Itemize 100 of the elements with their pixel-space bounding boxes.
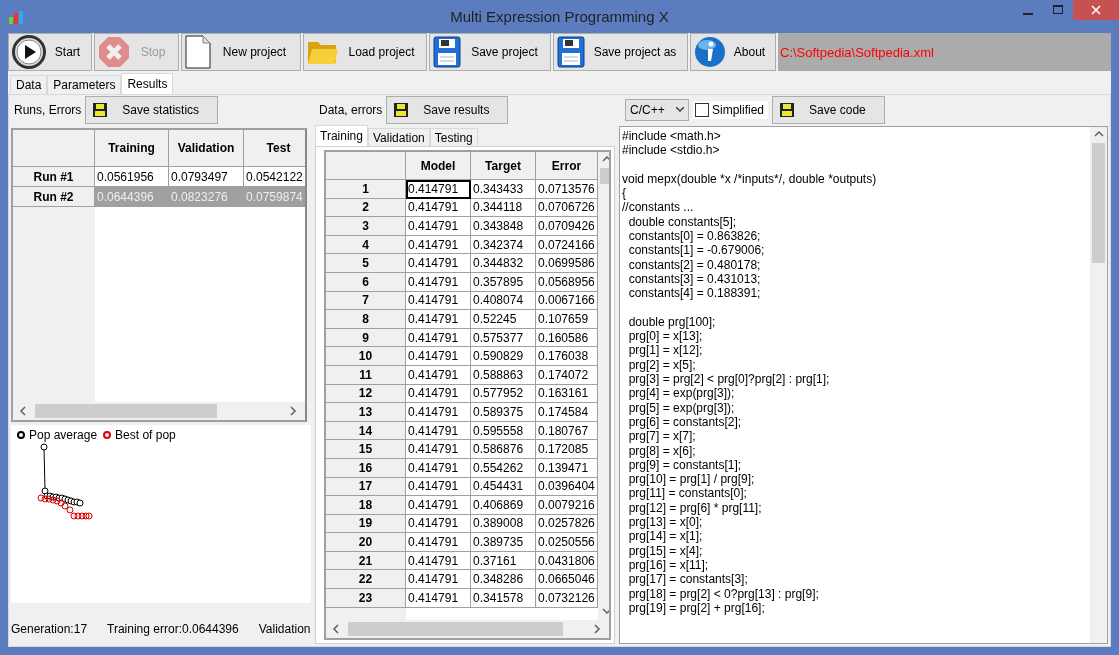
column-header: Target <box>471 152 536 180</box>
code-line: prg[7] = x[7]; <box>627 429 697 444</box>
code-line: prg[17] = constants[3]; <box>627 572 749 587</box>
toolbar-button[interactable]: New project <box>181 33 301 71</box>
code-line: constants[4] = 0.188391; <box>627 286 762 301</box>
code-line: prg[3] = prg[2] < prg[0]?prg[2] : prg[1]; <box>627 372 831 387</box>
play-icon <box>12 35 46 69</box>
save-results-button[interactable]: Save results <box>386 95 509 124</box>
table-cell: 0.0644396 <box>95 187 169 207</box>
toolbar-button[interactable]: Save project as <box>553 33 688 71</box>
code-line: prg[5] = exp(prg[3]); <box>627 400 736 415</box>
table-cell: 0.414791 <box>406 570 471 590</box>
language-dropdown[interactable]: C/C++ <box>625 98 689 121</box>
code-line: constants[0] = 0.863826; <box>627 229 762 244</box>
row-header[interactable]: Run #1 <box>13 167 95 187</box>
scrollbar-thumb[interactable] <box>348 622 563 636</box>
table-cell: 0.589375 <box>471 403 536 422</box>
checkbox[interactable] <box>695 102 709 117</box>
status-text: Validation <box>258 622 311 636</box>
code-line: prg[1] = x[12]; <box>627 343 704 358</box>
tab[interactable]: Testing <box>429 128 478 146</box>
table-cell: 0.414791 <box>406 180 471 199</box>
status-text: Training error:0.0644396 <box>107 622 239 636</box>
table-cell: 0.414791 <box>406 254 471 273</box>
document-icon <box>185 35 211 69</box>
toolbar-button[interactable]: Start <box>8 33 92 71</box>
row-header[interactable]: 10 <box>326 347 406 366</box>
table-cell: 0.408074 <box>471 291 536 311</box>
code-line: prg[8] = x[6]; <box>627 443 697 458</box>
table-cell: 0.37161 <box>471 551 536 571</box>
table-cell: 0.414791 <box>406 477 471 497</box>
code-line: prg[15] = x[4]; <box>627 543 704 558</box>
column-header: Error <box>536 152 598 180</box>
row-header[interactable]: 3 <box>326 217 406 236</box>
save-code-button[interactable]: Save code <box>772 95 885 124</box>
chevron-icon <box>676 107 684 112</box>
toolbar-button[interactable]: Load project <box>303 33 427 71</box>
project-path: C:\Softpedia\Softpedia.xml <box>778 33 1111 71</box>
row-header[interactable]: 15 <box>326 440 406 459</box>
table-cell: 0.343848 <box>471 217 536 236</box>
code-editor[interactable] <box>619 126 1108 644</box>
table-cell: 0.414791 <box>406 272 471 292</box>
row-header[interactable]: 23 <box>326 589 406 608</box>
table-cell: 0.344118 <box>471 198 536 218</box>
scrollbar-thumb[interactable] <box>1092 143 1105 263</box>
table-cell: 0.414791 <box>406 403 471 422</box>
code-line: prg[14] = x[1]; <box>627 529 704 544</box>
row-header[interactable]: 18 <box>326 496 406 515</box>
code-line: double constants[5]; <box>627 214 738 230</box>
table-cell: 0.414791 <box>406 328 471 348</box>
table-cell: 0.595558 <box>471 421 536 441</box>
info-icon <box>694 36 726 68</box>
scrollbar-thumb[interactable] <box>35 404 217 418</box>
table-cell: 0.590829 <box>471 347 536 366</box>
folder-icon <box>307 39 339 65</box>
toolbar-button[interactable]: Save project <box>429 33 551 71</box>
table-cell: 0.389735 <box>471 533 536 552</box>
code-line: prg[16] = x[11]; <box>627 557 710 573</box>
tab[interactable]: Training <box>315 125 368 146</box>
code-line: #include <math.h> <box>622 129 722 144</box>
close-button[interactable] <box>1073 0 1119 20</box>
table-cell: 0.588863 <box>471 365 536 385</box>
save-statistics-button[interactable]: Save statistics <box>85 95 219 124</box>
row-header[interactable]: 22 <box>326 570 406 590</box>
window-title: Multi Expression Programming X <box>450 8 669 25</box>
table-cell: 0.414791 <box>406 421 471 441</box>
tab[interactable]: Results <box>121 73 174 94</box>
code-line: prg[9] = constants[1]; <box>627 457 743 473</box>
row-header[interactable]: 13 <box>326 403 406 422</box>
status-text: Generation:17 <box>11 622 88 636</box>
close-icon <box>1091 5 1101 15</box>
code-line: prg[11] = constants[0]; <box>627 486 748 501</box>
table-cell: 0.414791 <box>406 347 471 366</box>
code-line: constants[2] = 0.480178; <box>627 257 762 272</box>
code-line: prg[6] = constants[2]; <box>627 414 743 430</box>
tab[interactable]: Parameters <box>47 75 122 94</box>
maximize-icon <box>1053 5 1063 15</box>
table-cell: 0.454431 <box>471 477 536 497</box>
table-cell: 0.577952 <box>471 384 536 404</box>
row-header[interactable]: 20 <box>326 533 406 552</box>
code-line: prg[2] = x[5]; <box>627 357 697 373</box>
table-cell: 0.586876 <box>471 440 536 459</box>
code-line: prg[18] = prg[2] < 0?prg[13] : prg[9]; <box>627 586 820 601</box>
legend-label: Best of pop <box>115 428 176 442</box>
row-header[interactable]: 1 <box>326 180 406 199</box>
table-cell: 0.575377 <box>471 328 536 348</box>
column-header: Validation <box>169 130 244 167</box>
tab[interactable]: Validation <box>367 128 430 146</box>
row-header[interactable]: 8 <box>326 310 406 329</box>
minimize-icon <box>1023 13 1033 15</box>
row-header[interactable]: Run #2 <box>13 187 95 207</box>
code-line: constants[3] = 0.431013; <box>627 271 762 287</box>
row-header[interactable]: 5 <box>326 254 406 273</box>
section-label: Data, errors <box>318 102 383 117</box>
tab[interactable]: Data <box>10 75 48 94</box>
section-label: Runs, Errors <box>13 102 82 117</box>
code-line: prg[12] = prg[6] * prg[11]; <box>627 500 763 515</box>
table-cell: 0.414791 <box>406 589 471 608</box>
toolbar-button[interactable]: About <box>690 33 776 71</box>
bar-chart-icon <box>8 9 24 24</box>
